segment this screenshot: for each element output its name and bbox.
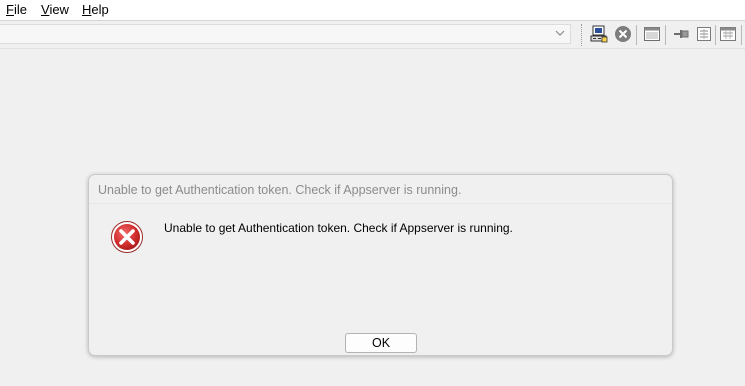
menu-help[interactable]: Help <box>82 2 109 18</box>
menu-help-mnemonic: H <box>82 2 92 17</box>
connect-button[interactable] <box>589 25 609 45</box>
toolbar <box>0 21 745 49</box>
dialog-title: Unable to get Authentication token. Chec… <box>98 183 462 197</box>
window-icon <box>643 25 661 46</box>
menu-file-mnemonic: F <box>6 2 14 17</box>
menu-view-label: iew <box>49 2 69 17</box>
list-window-icon <box>695 25 713 46</box>
menu-file-label: ile <box>13 2 27 17</box>
dialog-message: Unable to get Authentication token. Chec… <box>164 221 513 235</box>
app-window: File View Help Unable to get Authenticat… <box>0 0 745 386</box>
pin-icon <box>672 25 690 46</box>
stop-icon <box>614 25 632 46</box>
menu-bar: File View Help <box>0 0 745 21</box>
toolbar-separator <box>636 25 637 45</box>
menu-help-label: elp <box>91 2 109 17</box>
connect-computer-icon <box>590 25 608 46</box>
pin-button[interactable] <box>671 25 691 45</box>
toolbar-grip[interactable] <box>581 24 584 46</box>
address-combobox[interactable] <box>0 24 571 44</box>
toolbar-separator <box>665 25 666 45</box>
toolbar-separator <box>715 25 716 45</box>
toolbar-separator <box>741 25 742 45</box>
dialog-title-divider <box>89 203 672 204</box>
error-dialog: Unable to get Authentication token. Chec… <box>88 174 673 356</box>
ok-button[interactable]: OK <box>345 333 417 353</box>
window-button[interactable] <box>642 25 662 45</box>
menu-view[interactable]: View <box>41 2 69 18</box>
chevron-down-icon[interactable] <box>554 27 566 41</box>
error-icon <box>110 220 144 254</box>
list-window-button[interactable] <box>694 25 714 45</box>
menu-file[interactable]: File <box>6 2 27 18</box>
stop-button[interactable] <box>613 25 633 45</box>
calendar-window-icon <box>719 25 737 46</box>
calendar-window-button[interactable] <box>718 25 738 45</box>
